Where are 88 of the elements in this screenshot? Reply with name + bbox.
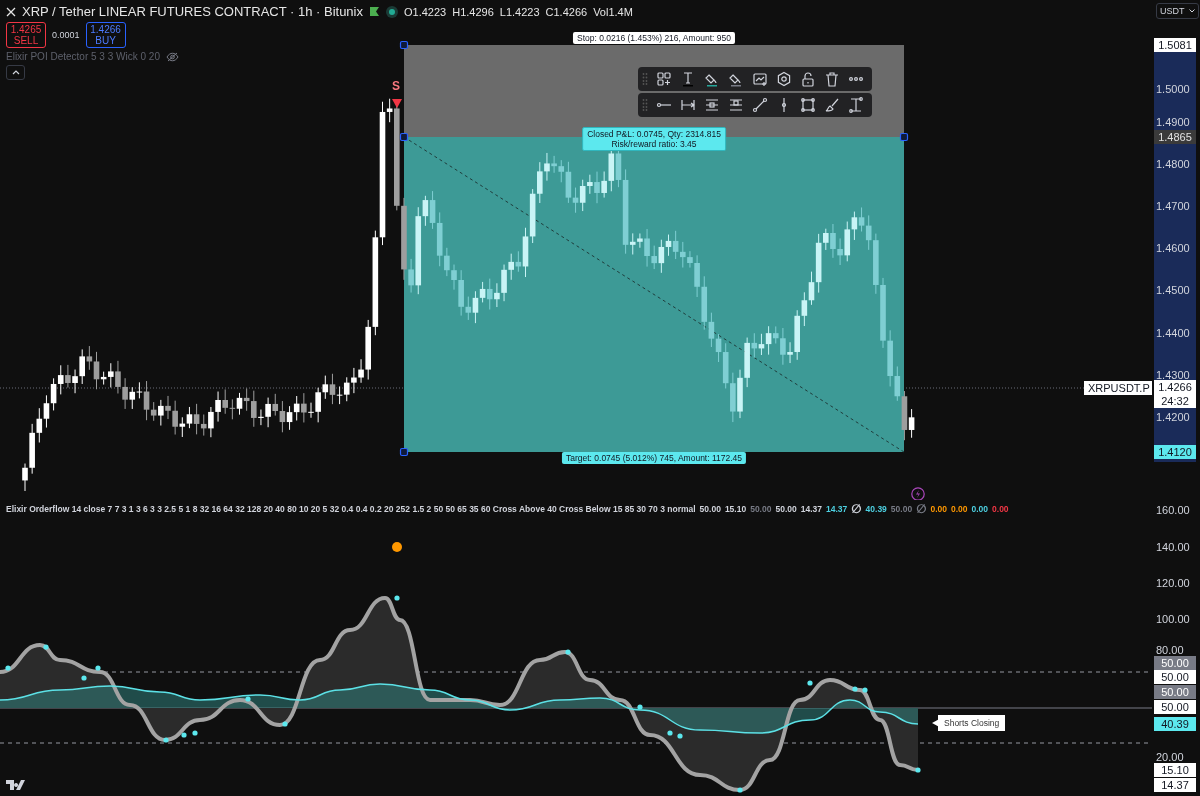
- chart-plus-icon[interactable]: [752, 71, 768, 87]
- ohlc-value: L1.4223: [499, 5, 540, 18]
- signal-dot: [392, 542, 402, 552]
- indicator-value: ∅: [851, 504, 862, 515]
- sell-button[interactable]: 1.4265 SELL: [6, 22, 46, 48]
- diagonal-line-icon[interactable]: [752, 97, 768, 113]
- indicator-value: ∅: [916, 504, 927, 515]
- spread-value: 0.0001: [52, 30, 80, 40]
- indicator-value: 0.00: [950, 504, 968, 515]
- text-icon[interactable]: [680, 71, 696, 87]
- oscillator-marker: 40.39: [1154, 717, 1196, 731]
- indicator-value: 15.10: [724, 504, 747, 515]
- drag-handle[interactable]: [399, 40, 409, 50]
- square-icon[interactable]: [800, 97, 816, 113]
- oscillator-marker: 15.10: [1154, 763, 1196, 777]
- price-tick: 1.4400: [1156, 327, 1190, 339]
- currency-dropdown[interactable]: USDT: [1156, 3, 1199, 19]
- indicator-value: 14.37: [800, 504, 822, 515]
- grip-icon[interactable]: [642, 99, 648, 111]
- last-price-label: 1.4266 24:32: [1154, 380, 1196, 408]
- status-dot-icon: [386, 5, 398, 18]
- price-tick: 1.4700: [1156, 200, 1190, 212]
- oscillator-tick: 80.00: [1156, 644, 1184, 656]
- price-tick: 1.5000: [1156, 83, 1190, 95]
- indicator-label[interactable]: Elixir POI Detector 5 3 3 Wick 0 20: [6, 51, 160, 62]
- height-icon[interactable]: [848, 97, 864, 113]
- price-marker: 1.4865: [1154, 130, 1196, 144]
- indicator-value: 50.00: [890, 504, 913, 515]
- price-tick: 1.4900: [1156, 116, 1190, 128]
- oscillator-marker: 50.00: [1154, 700, 1196, 714]
- parallel-lines-icon[interactable]: [704, 97, 720, 113]
- price-tick: 1.4600: [1156, 242, 1190, 254]
- trash-icon[interactable]: [824, 71, 840, 87]
- symbol-title: XRP / Tether LINEAR FUTURES CONTRACT · 1h · Bitunix: [22, 4, 363, 19]
- price-tick: 1.4500: [1156, 284, 1190, 296]
- grid-plus-icon[interactable]: [656, 71, 672, 87]
- price-tick: 1.4800: [1156, 158, 1190, 170]
- collapse-button[interactable]: [6, 65, 25, 80]
- indicator-label: Elixir Orderflow 14 close 7 7 3 1 3 6 3 3 2.5 5 1 8 32 16 64 32 128 20 40 80 10 20 5 32 0.4 0.4 0.2 20 252 1.5 2 50 50 65 35 60 Cross Above 40 Cross Below 15 85 30 70 3 normal: [6, 504, 696, 515]
- lock-icon[interactable]: [800, 71, 816, 87]
- ohlc-value: O1.4223: [404, 5, 447, 18]
- drag-handle[interactable]: [399, 447, 409, 457]
- indicator-value: 0.00: [930, 504, 947, 515]
- brush-icon[interactable]: [824, 97, 840, 113]
- indicator-value: 0.00: [992, 504, 1009, 515]
- eye-off-icon[interactable]: [165, 51, 179, 62]
- drag-handle[interactable]: [899, 132, 909, 142]
- indicator-value: 14.37: [826, 504, 848, 515]
- ohlc-value: C1.4266: [545, 5, 588, 18]
- parallel-lines-icon[interactable]: [728, 97, 744, 113]
- price-tick: 1.4200: [1156, 411, 1190, 423]
- caret-icon: [11, 70, 20, 75]
- shorts-closing-callout: Shorts Closing: [932, 715, 1006, 731]
- symbol-price-label: XRPUSDT.P: [1084, 381, 1152, 395]
- oscillator-tick: 140.00: [1156, 541, 1190, 553]
- oscillator-marker: 50.00: [1154, 670, 1196, 684]
- ohlc-value: Vol1.4M: [593, 5, 633, 18]
- indicator-value: 50.00: [775, 504, 797, 515]
- tradingview-logo-icon[interactable]: [6, 780, 25, 790]
- lightning-icon[interactable]: [911, 487, 925, 500]
- signal-label: S: [392, 79, 400, 93]
- indicator-value: 50.00: [699, 504, 721, 515]
- indicator-value: 50.00: [750, 504, 772, 515]
- stop-label: Stop: 0.0216 (1.453%) 216, Amount: 950: [572, 32, 736, 44]
- ohlc-value: H1.4296: [452, 5, 494, 18]
- close-icon[interactable]: [6, 6, 16, 17]
- indicator-value: 40.39: [865, 504, 887, 515]
- buy-button[interactable]: 1.4266 BUY: [85, 22, 126, 48]
- target-label: Target: 0.0745 (5.012%) 745, Amount: 1172.45: [561, 452, 747, 464]
- grip-icon[interactable]: [642, 73, 648, 85]
- oscillator-tick: 160.00: [1156, 504, 1190, 516]
- oscillator-marker: 14.37: [1154, 778, 1196, 792]
- chevron-icon: [1188, 9, 1195, 13]
- drag-handle[interactable]: [399, 132, 409, 142]
- oscillator-marker: 50.00: [1154, 685, 1196, 699]
- oscillator-tick: 20.00: [1156, 751, 1184, 763]
- range-icon[interactable]: [680, 97, 696, 113]
- flag-icon[interactable]: [369, 6, 380, 17]
- pnl-label: Closed P&L: 0.0745, Qty: 2314.815 Risk/reward ratio: 3.45: [582, 127, 726, 151]
- oscillator-tick: 100.00: [1156, 613, 1190, 625]
- price-marker: 1.4120: [1154, 445, 1196, 459]
- oscillator-marker: 50.00: [1154, 656, 1196, 670]
- down-triangle-icon: [392, 99, 402, 108]
- price-marker: 1.5081: [1154, 38, 1196, 52]
- price-tick: 1.4300: [1156, 369, 1190, 381]
- indicator-value: 0.00: [971, 504, 989, 515]
- oscillator-tick: 120.00: [1156, 577, 1190, 589]
- settings-icon[interactable]: [776, 71, 792, 87]
